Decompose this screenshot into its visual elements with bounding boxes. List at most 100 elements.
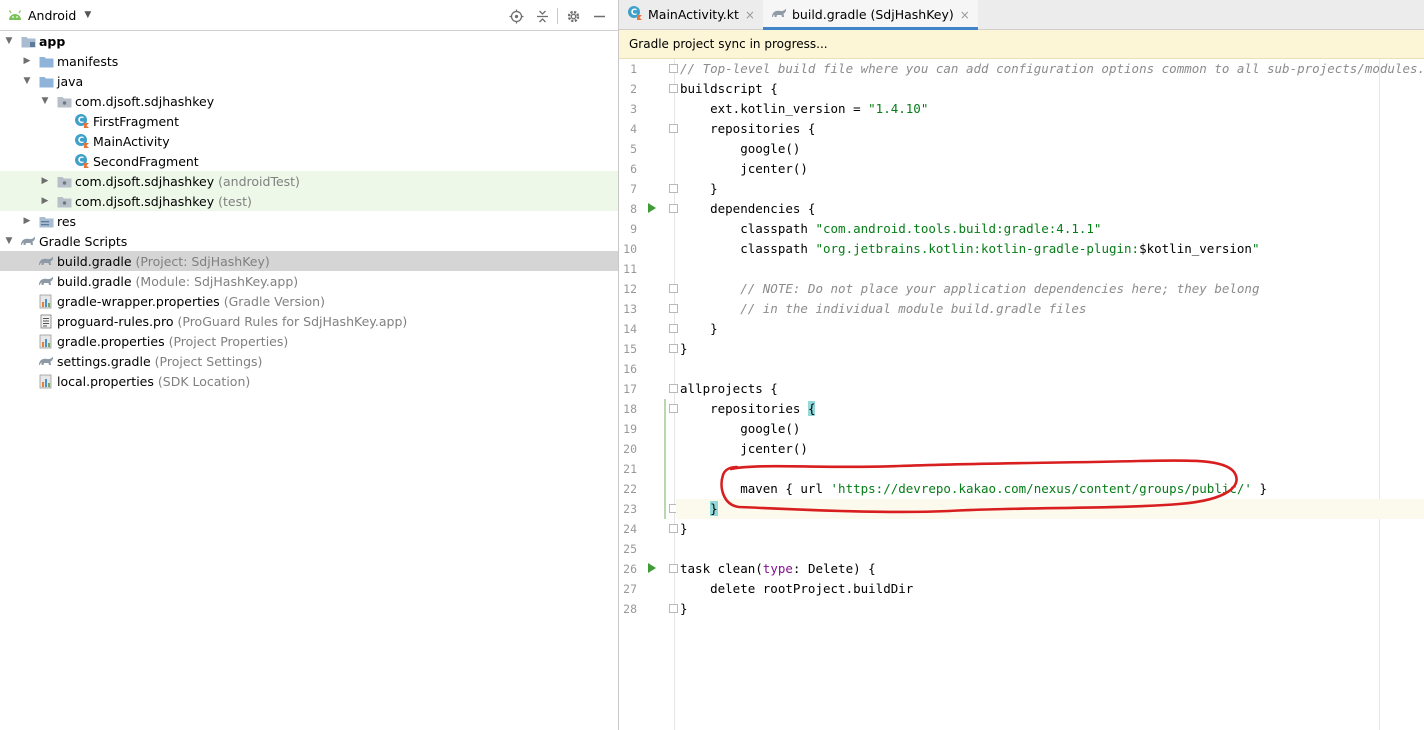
gutter-line: 9 — [619, 219, 674, 239]
code-line[interactable] — [676, 259, 1424, 279]
code-line[interactable]: } — [676, 499, 1424, 519]
tree-item[interactable]: ▶gradle-wrapper.properties(Gradle Versio… — [0, 291, 618, 311]
code-token: } — [1251, 481, 1268, 496]
code-token: delete rootProject.buildDir — [680, 581, 914, 596]
hide-panel-icon[interactable] — [586, 6, 612, 26]
code-line[interactable]: jcenter() — [676, 439, 1424, 459]
collapsed-arrow-icon[interactable]: ▶ — [22, 216, 32, 226]
code-token: } — [680, 341, 688, 356]
code-line[interactable]: } — [676, 179, 1424, 199]
code-line[interactable]: repositories { — [676, 119, 1424, 139]
tree-item[interactable]: ▶ res — [0, 211, 618, 231]
package-icon — [56, 193, 72, 209]
tree-item[interactable]: ▶ manifests — [0, 51, 618, 71]
vcs-change-marker — [664, 399, 666, 519]
tree-item[interactable]: ▶gradle.properties(Project Properties) — [0, 331, 618, 351]
editor-tab[interactable]: build.gradle (SdjHashKey) × — [762, 0, 978, 30]
code-line[interactable]: maven { url 'https://devrepo.kakao.com/n… — [676, 479, 1424, 499]
close-icon[interactable]: × — [960, 8, 970, 22]
project-tool-window: Android ▼ ▼ app ▶ manifests ▼ java ▼ com.djsoft… — [0, 0, 618, 730]
code-line[interactable]: } — [676, 339, 1424, 359]
code-line[interactable]: buildscript { — [676, 79, 1424, 99]
expanded-arrow-icon[interactable]: ▼ — [22, 76, 32, 86]
package-icon — [56, 173, 72, 189]
collapsed-arrow-icon[interactable]: ▶ — [40, 176, 50, 186]
close-icon[interactable]: × — [745, 8, 755, 22]
gutter-line: 7 — [619, 179, 678, 199]
code-line[interactable]: ext.kotlin_version = "1.4.10" — [676, 99, 1424, 119]
tree-item[interactable]: ▶build.gradle(Module: SdjHashKey.app) — [0, 271, 618, 291]
properties-icon — [38, 293, 54, 309]
tree-item-hint: (Project: SdjHashKey) — [135, 253, 270, 269]
code-line[interactable]: } — [676, 319, 1424, 339]
locate-file-icon[interactable] — [503, 6, 529, 26]
code-line[interactable]: delete rootProject.buildDir — [676, 579, 1424, 599]
tree-item-hint: (Gradle Version) — [223, 293, 325, 309]
gear-icon[interactable] — [560, 6, 586, 26]
code-line[interactable] — [676, 359, 1424, 379]
tree-item[interactable]: ▶CSecondFragment — [0, 151, 618, 171]
code-token: dependencies { — [680, 201, 816, 216]
tree-item[interactable]: ▶settings.gradle(Project Settings) — [0, 351, 618, 371]
tree-item[interactable]: ▶CFirstFragment — [0, 111, 618, 131]
tree-item[interactable]: ▶proguard-rules.pro(ProGuard Rules for S… — [0, 311, 618, 331]
collapsed-arrow-icon[interactable]: ▶ — [40, 196, 50, 206]
expanded-arrow-icon[interactable]: ▼ — [4, 236, 14, 246]
gutter-line: 17 — [619, 379, 678, 399]
code-line[interactable]: google() — [676, 419, 1424, 439]
code-line[interactable]: classpath "org.jetbrains.kotlin:kotlin-g… — [676, 239, 1424, 259]
gutter-line: 2 — [619, 79, 678, 99]
code-line[interactable]: // in the individual module build.gradle… — [676, 299, 1424, 319]
code-token: // NOTE: Do not place your application d… — [680, 281, 1260, 296]
code-line[interactable] — [676, 459, 1424, 479]
tree-item[interactable]: ▶CMainActivity — [0, 131, 618, 151]
code-editor[interactable]: 1 2 3 4 5 6 7 8 9 10 11 12 13 14 15 16 17 18 19 20 21 22 23 24 2… — [619, 59, 1424, 730]
tree-item[interactable]: ▼ com.djsoft.sdjhashkey — [0, 91, 618, 111]
tree-item-hint: (ProGuard Rules for SdjHashKey.app) — [177, 313, 408, 329]
code-token: "1.4.10" — [868, 101, 929, 116]
code-line[interactable]: // Top-level build file where you can ad… — [676, 59, 1424, 79]
code-line[interactable]: allprojects { — [676, 379, 1424, 399]
code-line[interactable]: google() — [676, 139, 1424, 159]
run-gutter-icon[interactable] — [648, 203, 656, 213]
gradle-icon — [38, 273, 54, 289]
tree-item[interactable]: ▼ Gradle Scripts — [0, 231, 618, 251]
code-line[interactable]: classpath "com.android.tools.build:gradl… — [676, 219, 1424, 239]
editor-tabs: C MainActivity.kt × build.gradle (SdjHashKe… — [619, 0, 1424, 30]
code-line[interactable]: task clean(type: Delete) { — [676, 559, 1424, 579]
tree-item[interactable]: ▼ app — [0, 31, 618, 51]
code-line[interactable]: dependencies { — [676, 199, 1424, 219]
tree-item[interactable]: ▶local.properties(SDK Location) — [0, 371, 618, 391]
gutter-line: 27 — [619, 579, 674, 599]
gutter-line: 4 — [619, 119, 678, 139]
code-line[interactable]: jcenter() — [676, 159, 1424, 179]
code-line[interactable]: // NOTE: Do not place your application d… — [676, 279, 1424, 299]
code-line[interactable]: repositories { — [676, 399, 1424, 419]
tree-item[interactable]: ▼ java — [0, 71, 618, 91]
toolbar-separator — [557, 8, 558, 24]
line-number: 18 — [623, 402, 637, 416]
chevron-down-icon[interactable]: ▼ — [84, 10, 91, 20]
code-token: } — [680, 181, 718, 196]
gradle-icon — [38, 253, 54, 269]
project-view-selector[interactable]: Android — [28, 8, 76, 23]
sync-banner: Gradle project sync in progress... — [619, 30, 1424, 59]
kotlin-class-icon: C — [74, 153, 90, 169]
code-lines[interactable]: // Top-level build file where you can ad… — [676, 59, 1424, 619]
tree-item[interactable]: ▶ com.djsoft.sdjhashkey (test) — [0, 191, 618, 211]
collapsed-arrow-icon[interactable]: ▶ — [22, 56, 32, 66]
collapse-all-icon[interactable] — [529, 6, 555, 26]
run-gutter-icon[interactable] — [648, 563, 656, 573]
code-line[interactable]: } — [676, 599, 1424, 619]
code-line[interactable] — [676, 539, 1424, 559]
expanded-arrow-icon[interactable]: ▼ — [4, 36, 14, 46]
editor-tab[interactable]: C MainActivity.kt × — [619, 0, 763, 29]
tree-item[interactable]: ▶ com.djsoft.sdjhashkey (androidTest) — [0, 171, 618, 191]
code-token: classpath — [680, 241, 816, 256]
line-number: 28 — [623, 602, 637, 616]
code-token: classpath — [680, 221, 816, 236]
code-line[interactable]: } — [676, 519, 1424, 539]
tree-item[interactable]: ▶build.gradle(Project: SdjHashKey) — [0, 251, 618, 271]
expanded-arrow-icon[interactable]: ▼ — [40, 96, 50, 106]
gutter-line: 24 — [619, 519, 678, 539]
